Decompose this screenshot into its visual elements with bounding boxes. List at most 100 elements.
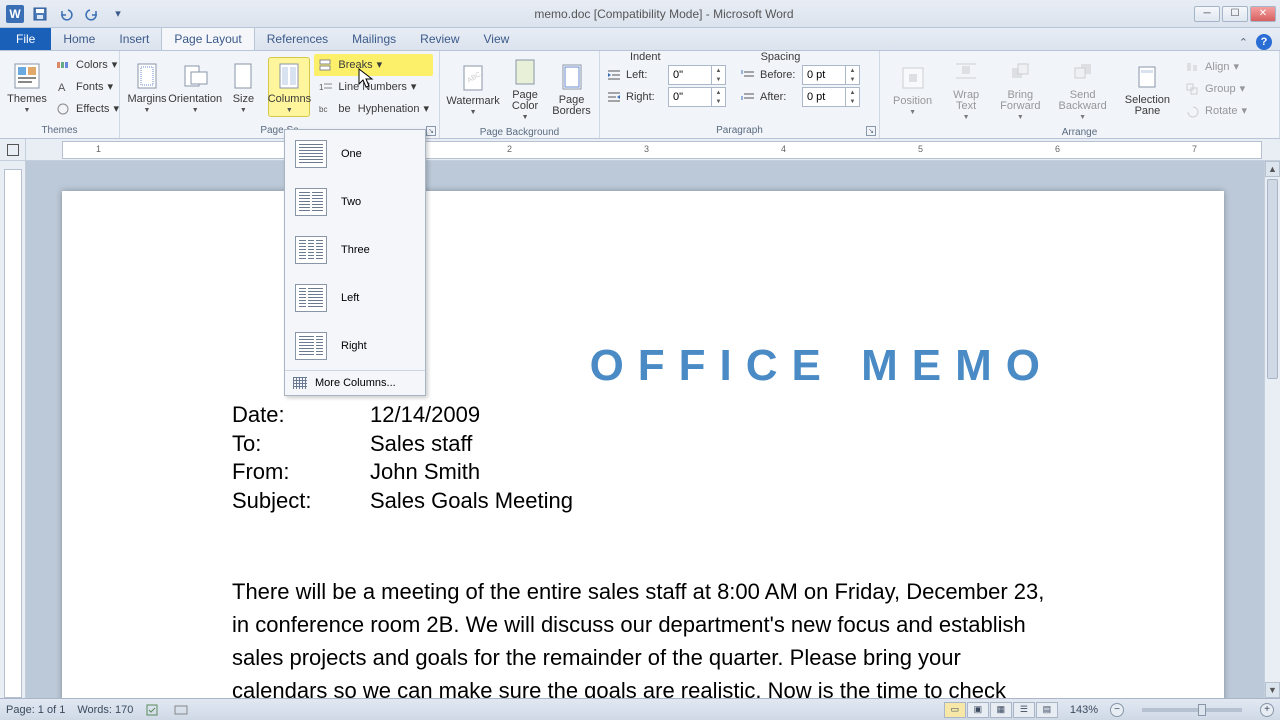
tab-references[interactable]: References [255,28,340,50]
scroll-down-icon[interactable]: ▼ [1265,682,1280,698]
tab-page-layout[interactable]: Page Layout [161,27,254,50]
orientation-button[interactable]: Orientation▼ [172,57,218,117]
spell-check-icon[interactable] [145,703,161,717]
tab-selector[interactable] [0,139,26,160]
close-button[interactable]: ✕ [1250,6,1276,22]
indent-right-input[interactable]: ▲▼ [668,87,726,107]
group-arrange: Position▼ Wrap Text▼ Bring Forward▼ Send… [880,51,1280,138]
status-page[interactable]: Page: 1 of 1 [6,704,65,716]
indent-left-icon [606,68,622,82]
document-page[interactable]: OFFICE MEMO Date:12/14/2009 To:Sales sta… [62,191,1224,698]
document-area: OFFICE MEMO Date:12/14/2009 To:Sales sta… [0,161,1280,698]
tab-review[interactable]: Review [408,28,471,50]
hyphenation-button[interactable]: bcbe Hyphenation ▾ [314,98,433,120]
group-label-page-background: Page Background [440,126,599,138]
web-layout-view-icon[interactable]: ▦ [990,702,1012,718]
minimize-button[interactable]: ─ [1194,6,1220,22]
window-controls: ─ ☐ ✕ [1194,6,1280,22]
zoom-slider[interactable] [1142,708,1242,712]
columns-option-two[interactable]: Two [285,178,425,226]
columns-option-one[interactable]: One [285,130,425,178]
undo-icon[interactable] [56,4,76,24]
vertical-scrollbar[interactable]: ▲ ▼ [1264,161,1280,698]
group-label-paragraph: Paragraph↘ [600,122,879,138]
line-numbers-button[interactable]: 1Line Numbers ▾ [314,76,433,98]
full-screen-view-icon[interactable]: ▣ [967,702,989,718]
scroll-thumb[interactable] [1267,179,1278,379]
margins-button[interactable]: Margins▼ [126,57,168,117]
insert-mode-icon[interactable] [173,703,189,717]
draft-view-icon[interactable]: ▤ [1036,702,1058,718]
columns-button[interactable]: Columns▼ [268,57,310,117]
columns-option-three[interactable]: Three [285,226,425,274]
spacing-after-icon [740,90,756,104]
tab-file[interactable]: File [0,28,51,50]
left-column-icon [295,284,327,312]
page-setup-launcher-icon[interactable]: ↘ [426,126,436,136]
selection-pane-button[interactable]: Selection Pane [1118,58,1177,120]
status-words[interactable]: Words: 170 [77,704,133,716]
two-column-icon [295,188,327,216]
tab-mailings[interactable]: Mailings [340,28,408,50]
columns-option-left[interactable]: Left [285,274,425,322]
position-button[interactable]: Position▼ [886,59,939,119]
vertical-ruler[interactable] [0,161,26,698]
wrap-text-button[interactable]: Wrap Text▼ [943,53,989,124]
three-column-icon [295,236,327,264]
view-buttons: ▭ ▣ ▦ ☰ ▤ [944,702,1058,718]
page-color-button[interactable]: Page Color▼ [504,53,546,124]
rotate-button[interactable]: Rotate ▾ [1181,100,1251,122]
redo-icon[interactable] [82,4,102,24]
svg-text:A: A [58,82,66,94]
word-app-icon[interactable]: W [6,5,24,23]
size-button[interactable]: Size▼ [222,57,264,117]
theme-fonts-button[interactable]: AFonts ▾ [52,76,123,98]
themes-button[interactable]: Themes ▼ [6,57,48,117]
outline-view-icon[interactable]: ☰ [1013,702,1035,718]
memo-fields: Date:12/14/2009 To:Sales staff From:John… [232,401,1054,515]
columns-option-right[interactable]: Right [285,322,425,370]
save-icon[interactable] [30,4,50,24]
status-bar: Page: 1 of 1 Words: 170 ▭ ▣ ▦ ☰ ▤ 143% −… [0,698,1280,720]
ribbon-tabs: File Home Insert Page Layout References … [0,28,1280,51]
svg-text:1: 1 [319,83,324,92]
svg-text:bc: bc [319,105,327,114]
bring-forward-button[interactable]: Bring Forward▼ [993,53,1047,124]
memo-body: There will be a meeting of the entire sa… [232,575,1054,698]
spacing-header: Spacing [761,51,801,63]
title-bar: W ▾ memo.doc [Compatibility Mode] - Micr… [0,0,1280,28]
columns-dropdown: One Two Three Left Right More Columns... [284,129,426,396]
group-page-background: ABC Watermark▼ Page Color▼ Page Borders … [440,51,600,138]
minimize-ribbon-icon[interactable]: ⌃ [1239,36,1248,49]
zoom-in-button[interactable]: + [1260,703,1274,717]
more-columns-option[interactable]: More Columns... [285,371,425,395]
zoom-level[interactable]: 143% [1070,704,1098,716]
ribbon: Themes ▼ Colors ▾ AFonts ▾ Effects ▾ The… [0,51,1280,139]
page-borders-button[interactable]: Page Borders [550,58,593,120]
align-button[interactable]: Align ▾ [1181,56,1251,78]
zoom-out-button[interactable]: − [1110,703,1124,717]
indent-left-input[interactable]: ▲▼ [668,65,726,85]
theme-effects-button[interactable]: Effects ▾ [52,98,123,120]
theme-colors-button[interactable]: Colors ▾ [52,54,123,76]
grid-icon [293,377,307,389]
tab-home[interactable]: Home [51,28,107,50]
breaks-button[interactable]: Breaks ▾ [314,54,433,76]
tab-insert[interactable]: Insert [107,28,161,50]
group-button[interactable]: Group ▾ [1181,78,1251,100]
horizontal-ruler[interactable]: 1 2 3 4 5 6 7 [62,141,1262,159]
qat-customize-icon[interactable]: ▾ [108,4,128,24]
group-page-setup: Margins▼ Orientation▼ Size▼ Columns▼ Bre… [120,51,440,138]
print-layout-view-icon[interactable]: ▭ [944,702,966,718]
watermark-button[interactable]: ABC Watermark▼ [446,59,500,119]
help-icon[interactable]: ? [1256,34,1272,50]
right-column-icon [295,332,327,360]
spacing-before-input[interactable]: ▲▼ [802,65,860,85]
paragraph-launcher-icon[interactable]: ↘ [866,126,876,136]
spacing-after-input[interactable]: ▲▼ [802,87,860,107]
send-backward-button[interactable]: Send Backward▼ [1051,53,1113,124]
maximize-button[interactable]: ☐ [1222,6,1248,22]
group-themes: Themes ▼ Colors ▾ AFonts ▾ Effects ▾ The… [0,51,120,138]
scroll-up-icon[interactable]: ▲ [1265,161,1280,177]
tab-view[interactable]: View [472,28,522,50]
